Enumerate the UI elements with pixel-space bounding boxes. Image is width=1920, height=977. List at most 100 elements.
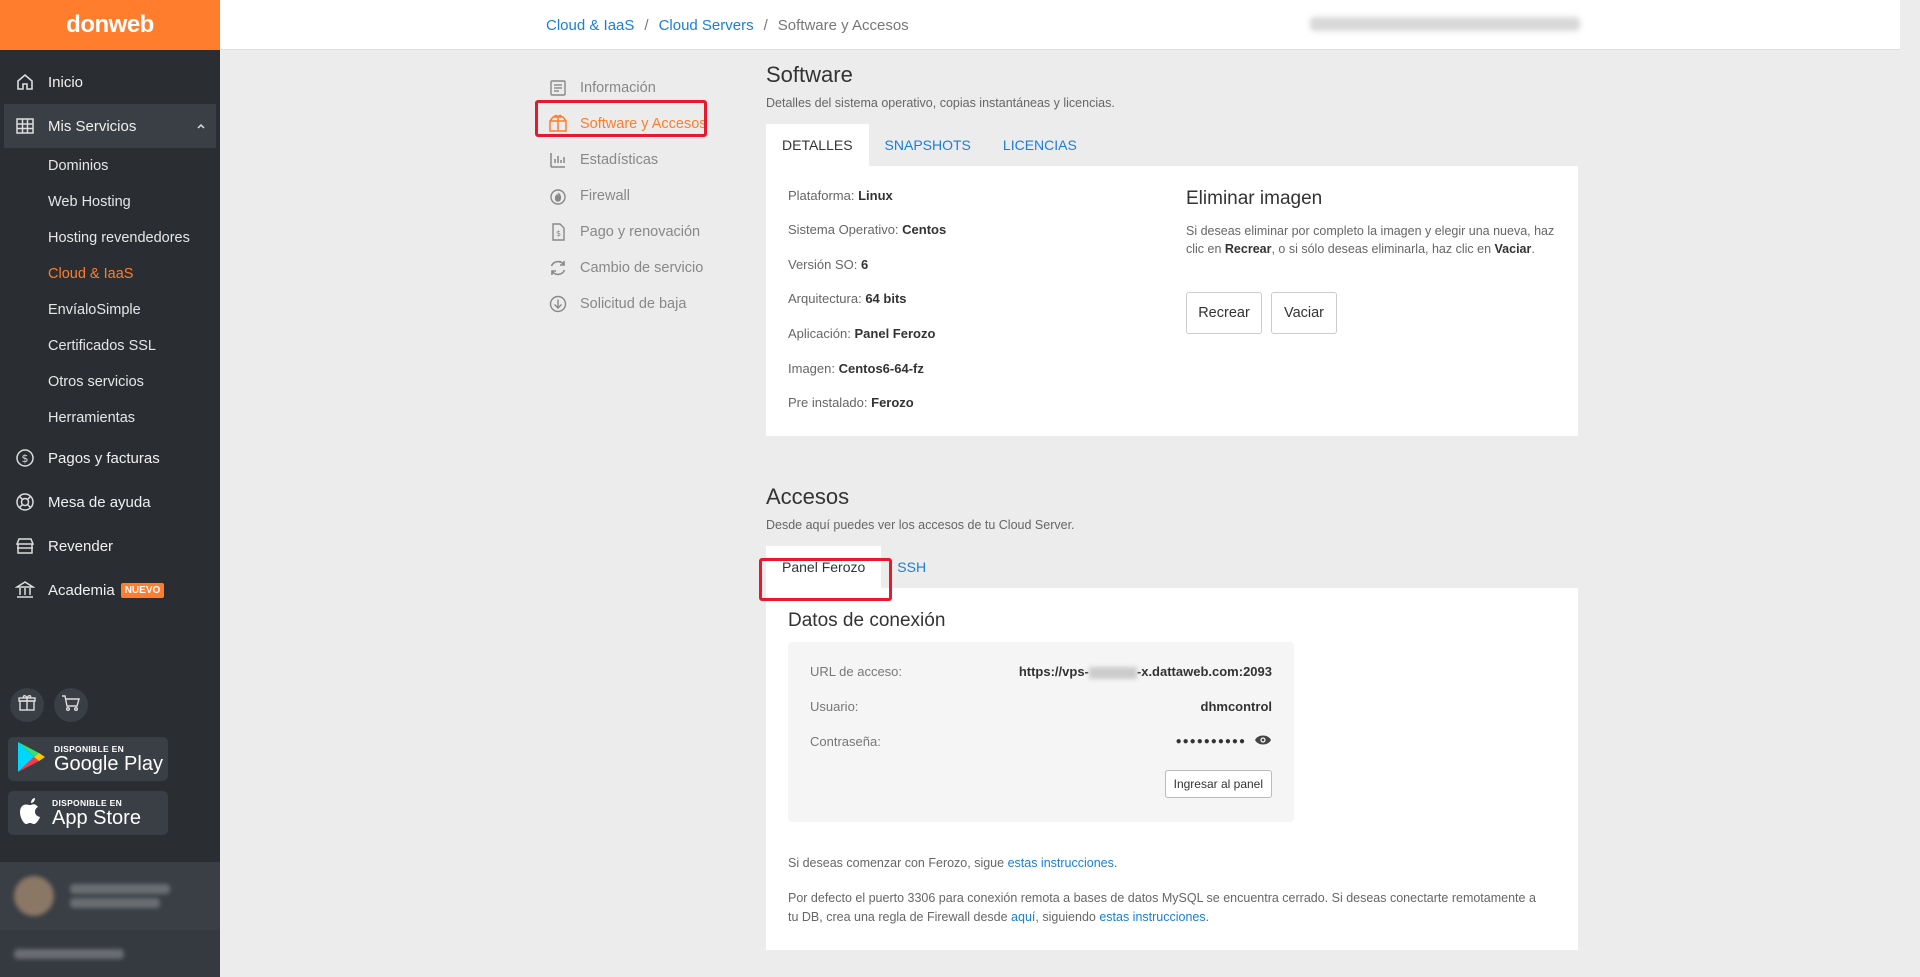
home-icon xyxy=(14,71,36,93)
subnav-label: Firewall xyxy=(580,188,630,204)
sidebar-quick-actions xyxy=(10,688,88,722)
gift-icon xyxy=(17,693,37,717)
highlight-annotation xyxy=(759,558,892,601)
brand-logo[interactable]: donweb xyxy=(0,0,220,50)
user-profile[interactable] xyxy=(0,862,220,930)
delete-image-title: Eliminar imagen xyxy=(1186,188,1323,209)
connection-pass-row: Contraseña: ●●●●●●●●●● xyxy=(810,734,1272,749)
ferozo-note: Si deseas comenzar con Ferozo, sigue est… xyxy=(788,856,1118,870)
refresh-icon xyxy=(548,258,568,278)
breadcrumb-current: Software y Accesos xyxy=(777,17,909,34)
sidebar-subitem-web-hosting[interactable]: Web Hosting xyxy=(0,184,220,220)
tab-detalles[interactable]: DETALLES xyxy=(766,124,869,166)
svg-text:$: $ xyxy=(556,229,561,238)
breadcrumb-separator: / xyxy=(763,17,768,34)
google-play-button[interactable]: DISPONIBLE EN Google Play xyxy=(8,737,168,781)
highlight-annotation xyxy=(535,100,707,137)
subnav-label: Solicitud de baja xyxy=(580,296,687,312)
top-header: Cloud & IaaS / Cloud Servers / Software … xyxy=(220,0,1900,50)
sidebar-item-academia[interactable]: Academia NUEVO xyxy=(0,568,220,612)
lifebuoy-icon xyxy=(14,491,36,513)
user-name-blurred xyxy=(70,884,170,894)
sidebar-item-label: Inicio xyxy=(48,73,84,91)
document-icon xyxy=(548,78,568,98)
services-submenu: Dominios Web Hosting Hosting revendedore… xyxy=(0,148,220,436)
cart-icon xyxy=(61,693,81,717)
svg-text:$: $ xyxy=(22,452,29,465)
subnav-label: Cambio de servicio xyxy=(580,260,704,276)
subnav-firewall[interactable]: Firewall xyxy=(546,178,707,214)
tab-snapshots[interactable]: SNAPSHOTS xyxy=(869,124,987,166)
sidebar: donweb Inicio Mis Servicios Dominios Web… xyxy=(0,0,220,977)
page-scrollbar[interactable] xyxy=(1900,0,1920,977)
delete-image-desc: Si deseas eliminar por completo la image… xyxy=(1186,224,1555,256)
software-tabs: DETALLES SNAPSHOTS LICENCIAS xyxy=(766,124,1578,166)
account-info-blurred[interactable] xyxy=(1310,17,1580,31)
bar-chart-icon xyxy=(548,150,568,170)
breadcrumb: Cloud & IaaS / Cloud Servers / Software … xyxy=(546,17,909,34)
sidebar-item-label: Revender xyxy=(48,537,114,555)
mysql-note: Por defecto el puerto 3306 para conexión… xyxy=(788,891,1536,924)
detail-plataforma: Plataforma: Linux xyxy=(788,188,893,203)
details-card: Plataforma: Linux Sistema Operativo: Cen… xyxy=(766,166,1578,436)
access-desc: Desde aquí puedes ver los accesos de tu … xyxy=(766,518,1075,532)
logout-blurred xyxy=(14,948,124,959)
sidebar-item-mesa-ayuda[interactable]: Mesa de ayuda xyxy=(0,480,220,524)
sidebar-item-label: Pagos y facturas xyxy=(48,449,160,467)
empty-button[interactable]: Vaciar xyxy=(1271,292,1337,334)
sidebar-subitem-certificados-ssl[interactable]: Certificados SSL xyxy=(0,328,220,364)
sidebar-item-label: Academia xyxy=(48,581,115,599)
connection-url-row: URL de acceso: https://vps- -x.dattaweb.c… xyxy=(810,664,1272,679)
subnav-cambio-servicio[interactable]: Cambio de servicio xyxy=(546,250,707,286)
sidebar-item-pagos[interactable]: $ Pagos y facturas xyxy=(0,436,220,480)
subnav-pago-renovacion[interactable]: $ Pago y renovación xyxy=(546,214,707,250)
firewall-here-link[interactable]: aquí xyxy=(1011,910,1035,924)
main-nav: Inicio Mis Servicios Dominios Web Hostin… xyxy=(0,50,220,612)
eye-icon[interactable] xyxy=(1254,734,1272,749)
sidebar-subitem-hosting-revendedores[interactable]: Hosting revendedores xyxy=(0,220,220,256)
sidebar-item-mis-servicios[interactable]: Mis Servicios xyxy=(4,104,216,148)
sidebar-subitem-envialosimple[interactable]: EnvíaloSimple xyxy=(0,292,220,328)
sidebar-item-label: Mis Servicios xyxy=(48,117,137,135)
sidebar-item-label: Mesa de ayuda xyxy=(48,493,151,511)
subnav-solicitud-baja[interactable]: Solicitud de baja xyxy=(546,286,707,322)
tab-licencias[interactable]: LICENCIAS xyxy=(987,124,1093,166)
main-content: Software Detalles del sistema operativo,… xyxy=(766,62,1578,950)
password-value: ●●●●●●●●●● xyxy=(1175,736,1246,747)
connection-user-row: Usuario: dhmcontrol xyxy=(810,699,1272,714)
breadcrumb-cloud-servers[interactable]: Cloud Servers xyxy=(659,17,754,34)
cart-button[interactable] xyxy=(54,688,88,722)
sidebar-subitem-cloud-iaas[interactable]: Cloud & IaaS xyxy=(0,256,220,292)
app-store-button[interactable]: DISPONIBLE EN App Store xyxy=(8,791,168,835)
access-title: Accesos xyxy=(766,484,850,509)
firewall-instructions-link[interactable]: estas instrucciones xyxy=(1099,910,1205,924)
flame-icon xyxy=(548,186,568,206)
subnav-label: Estadísticas xyxy=(580,152,659,168)
sidebar-item-revender[interactable]: Revender xyxy=(0,524,220,568)
instructions-link[interactable]: estas instrucciones xyxy=(1008,856,1114,870)
software-desc: Detalles del sistema operativo, copias i… xyxy=(766,96,1115,110)
detail-version-so: Versión SO: 6 xyxy=(788,257,869,272)
recreate-button[interactable]: Recrear xyxy=(1186,292,1262,334)
sidebar-subitem-dominios[interactable]: Dominios xyxy=(0,148,220,184)
logout-row[interactable] xyxy=(0,930,220,977)
access-card: Datos de conexión URL de acceso: https:/… xyxy=(766,588,1578,950)
avatar xyxy=(14,876,54,916)
new-badge: NUEVO xyxy=(120,582,165,598)
bank-icon xyxy=(14,579,36,601)
subnav-estadisticas[interactable]: Estadísticas xyxy=(546,142,707,178)
gift-button[interactable] xyxy=(10,688,44,722)
detail-imagen: Imagen: Centos6-64-fz xyxy=(788,361,924,376)
chevron-up-icon[interactable] xyxy=(196,118,206,135)
user-id-blurred xyxy=(70,898,160,908)
connection-title: Datos de conexión xyxy=(788,610,946,631)
dollar-icon: $ xyxy=(14,447,36,469)
sidebar-item-inicio[interactable]: Inicio xyxy=(0,60,220,104)
breadcrumb-cloud-iaas[interactable]: Cloud & IaaS xyxy=(546,17,634,34)
connection-url-value[interactable]: https://vps- -x.dattaweb.com:2093 xyxy=(1019,664,1272,679)
enter-panel-button[interactable]: Ingresar al panel xyxy=(1164,770,1272,798)
store-big-label: App Store xyxy=(52,807,141,829)
arrow-down-circle-icon xyxy=(548,294,568,314)
sidebar-subitem-otros-servicios[interactable]: Otros servicios xyxy=(0,364,220,400)
sidebar-subitem-herramientas[interactable]: Herramientas xyxy=(0,400,220,436)
